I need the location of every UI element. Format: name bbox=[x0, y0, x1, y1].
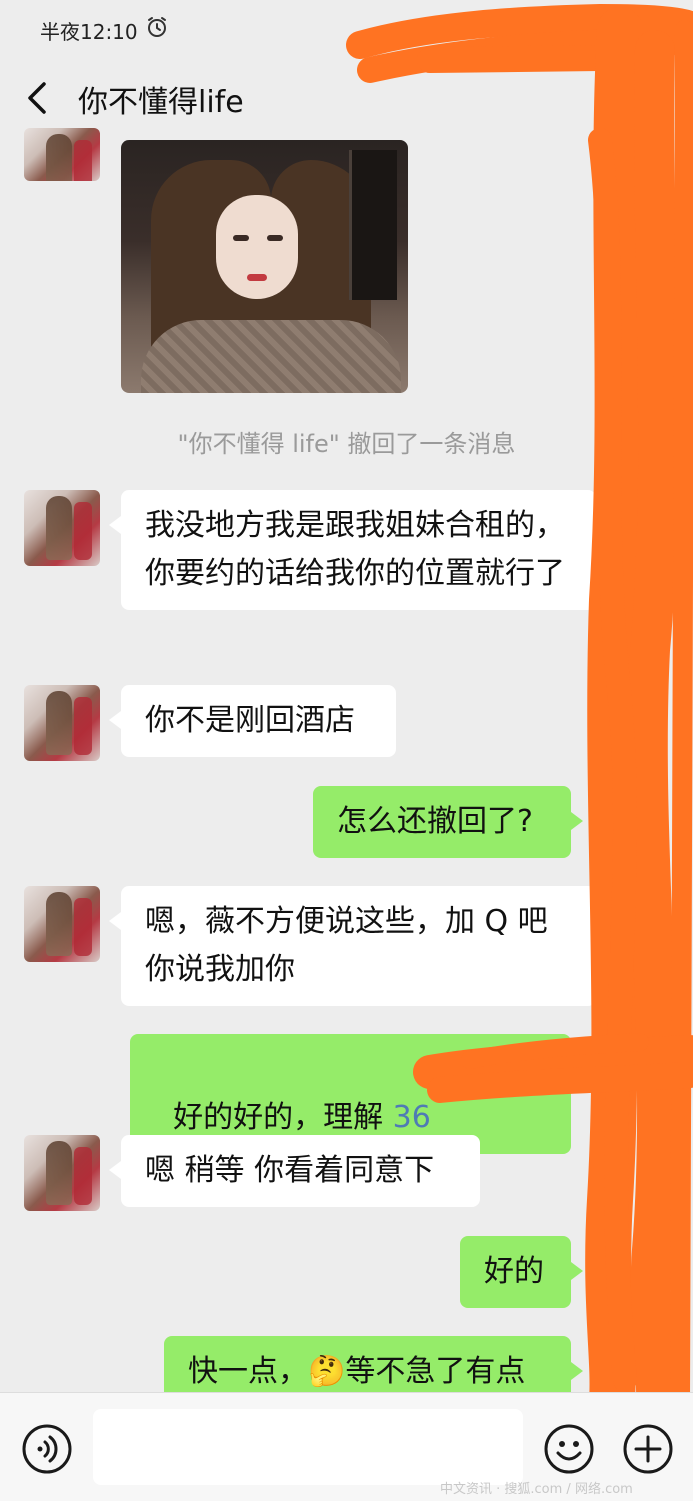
incoming-message-bubble[interactable]: 你不是刚回酒店 bbox=[109, 685, 396, 757]
message-input[interactable] bbox=[93, 1409, 523, 1485]
watermark: 中文资讯 · 搜狐.com / 网络.com bbox=[440, 1482, 633, 1497]
chat-title: 你不懂得life bbox=[78, 85, 244, 120]
emoji-icon[interactable] bbox=[543, 1423, 595, 1475]
outgoing-message-bubble[interactable]: 好的 bbox=[460, 1236, 583, 1308]
photo-message[interactable] bbox=[121, 140, 408, 393]
contact-avatar[interactable] bbox=[24, 490, 100, 566]
contact-avatar[interactable] bbox=[24, 685, 100, 761]
incoming-message-bubble[interactable]: 我没地方我是跟我姐妹合租的，你要约的话给我你的位置就行了 bbox=[109, 490, 596, 610]
status-bar: 半夜12:10 bbox=[0, 0, 693, 58]
contact-avatar[interactable] bbox=[24, 128, 100, 181]
incoming-message-bubble[interactable]: 嗯 稍等 你看着同意下 bbox=[109, 1135, 480, 1207]
contact-avatar[interactable] bbox=[24, 886, 100, 962]
outgoing-message-bubble[interactable]: 怎么还撤回了? bbox=[313, 786, 583, 858]
plus-icon[interactable] bbox=[622, 1423, 674, 1475]
incoming-message-bubble[interactable]: 嗯，薇不方便说这些，加 Q 吧 你说我加你 bbox=[109, 886, 596, 1006]
contact-avatar[interactable] bbox=[24, 1135, 100, 1211]
alarm-clock-icon bbox=[148, 17, 166, 37]
voice-icon[interactable] bbox=[21, 1423, 73, 1475]
chevron-left-icon[interactable] bbox=[22, 78, 52, 118]
message-link-number: 36 bbox=[392, 1100, 431, 1135]
message-text: 好的好的，理解 bbox=[173, 1100, 393, 1135]
chat-header: 你不懂得life bbox=[0, 58, 693, 138]
status-time: 半夜12:10 bbox=[40, 20, 138, 44]
recall-notice: "你不懂得 life" 撤回了一条消息 bbox=[177, 430, 516, 458]
